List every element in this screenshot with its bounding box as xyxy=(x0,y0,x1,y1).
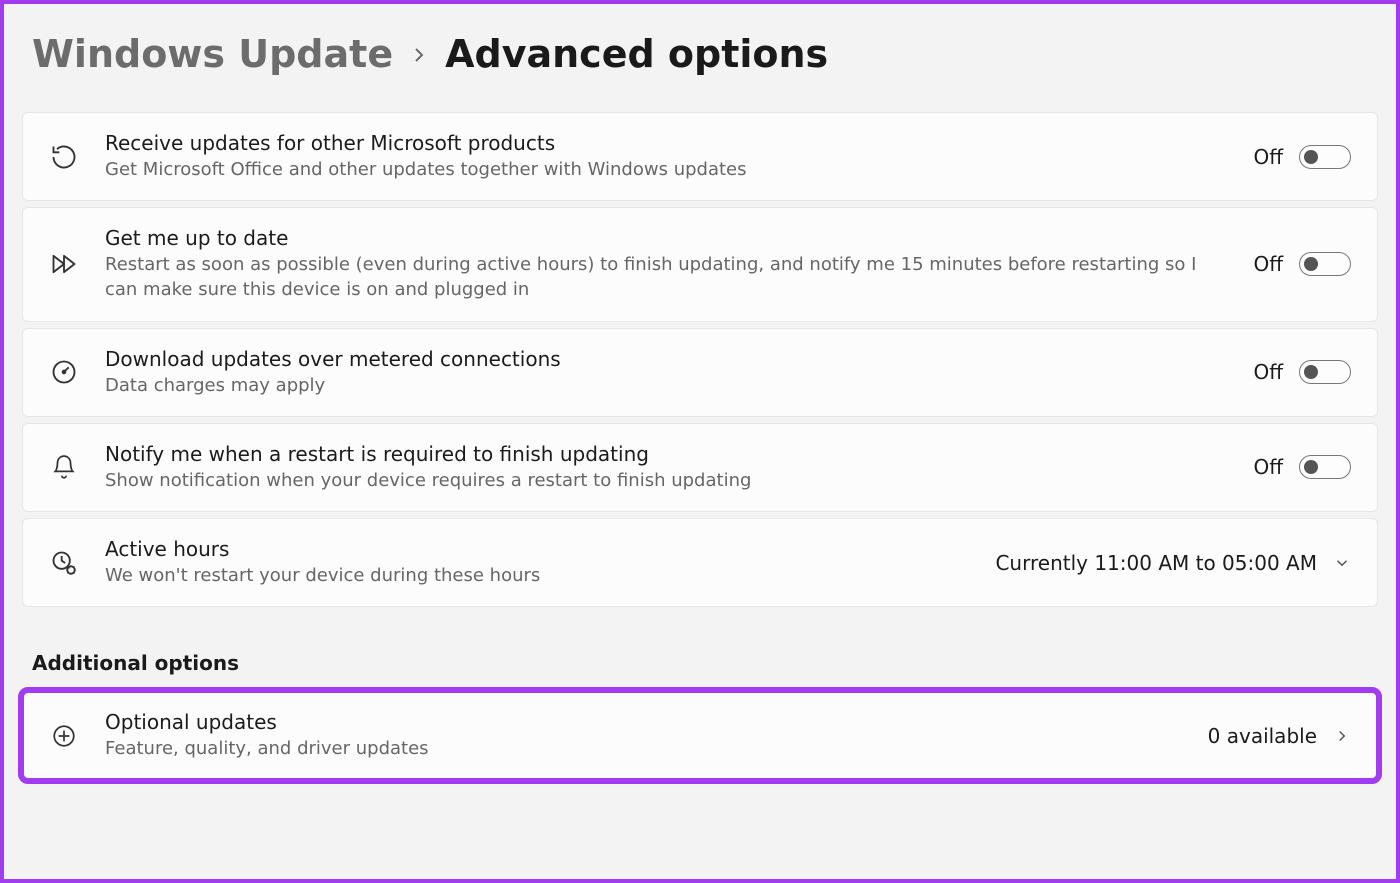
toggle-state-label: Off xyxy=(1253,360,1283,384)
setting-title: Active hours xyxy=(105,537,969,561)
toggle-state-label: Off xyxy=(1253,145,1283,169)
chevron-right-icon xyxy=(1333,727,1351,745)
toggle-switch[interactable] xyxy=(1299,455,1351,479)
toggle-state-label: Off xyxy=(1253,252,1283,276)
chevron-down-icon xyxy=(1333,554,1351,572)
setting-description: Feature, quality, and driver updates xyxy=(105,736,1182,761)
setting-title: Download updates over metered connection… xyxy=(105,347,1227,371)
setting-receive-other-products[interactable]: Receive updates for other Microsoft prod… xyxy=(22,112,1378,201)
clock-gear-icon xyxy=(49,548,79,578)
chevron-right-icon xyxy=(411,43,427,67)
setting-value: Currently 11:00 AM to 05:00 AM xyxy=(995,551,1317,575)
section-heading-additional-options: Additional options xyxy=(32,651,1378,675)
setting-restart-notify[interactable]: Notify me when a restart is required to … xyxy=(22,423,1378,512)
setting-title: Receive updates for other Microsoft prod… xyxy=(105,131,1227,155)
setting-description: Get Microsoft Office and other updates t… xyxy=(105,157,1227,182)
setting-description: Data charges may apply xyxy=(105,373,1227,398)
toggle-state-label: Off xyxy=(1253,455,1283,479)
setting-active-hours[interactable]: Active hours We won't restart your devic… xyxy=(22,518,1378,607)
setting-metered-connections[interactable]: Download updates over metered connection… xyxy=(22,328,1378,417)
toggle-switch[interactable] xyxy=(1299,360,1351,384)
setting-description: Restart as soon as possible (even during… xyxy=(105,252,1227,302)
setting-title: Optional updates xyxy=(105,710,1182,734)
gauge-icon xyxy=(49,357,79,387)
toggle-switch[interactable] xyxy=(1299,145,1351,169)
plus-circle-icon xyxy=(49,721,79,751)
setting-description: We won't restart your device during thes… xyxy=(105,563,969,588)
setting-get-me-up-to-date[interactable]: Get me up to date Restart as soon as pos… xyxy=(22,207,1378,321)
breadcrumb-parent[interactable]: Windows Update xyxy=(32,32,393,76)
breadcrumb-current: Advanced options xyxy=(445,32,828,76)
setting-title: Notify me when a restart is required to … xyxy=(105,442,1227,466)
bell-icon xyxy=(49,452,79,482)
fast-forward-icon xyxy=(49,249,79,279)
setting-title: Get me up to date xyxy=(105,226,1227,250)
history-icon xyxy=(49,142,79,172)
setting-value: 0 available xyxy=(1208,724,1317,748)
setting-optional-updates[interactable]: Optional updates Feature, quality, and d… xyxy=(22,691,1378,780)
toggle-switch[interactable] xyxy=(1299,252,1351,276)
setting-description: Show notification when your device requi… xyxy=(105,468,1227,493)
breadcrumb: Windows Update Advanced options xyxy=(32,32,1378,76)
